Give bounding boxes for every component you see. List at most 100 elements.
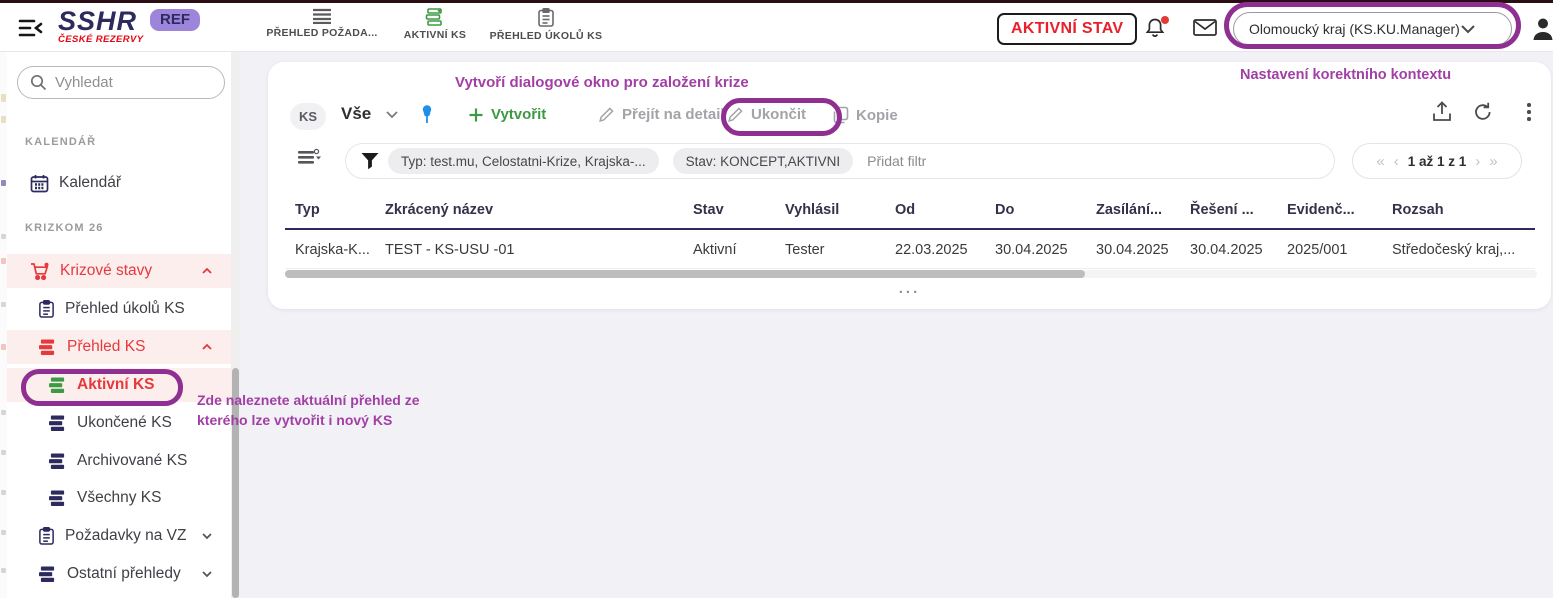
sidebar-item-label: Kalendář: [59, 174, 121, 192]
stack-green-icon: [48, 377, 67, 394]
sidebar-section-krizkom: KRIZKOM 26: [25, 222, 104, 234]
clipboard-icon: [38, 527, 55, 545]
column-header-zkraceny-nazev[interactable]: Zkrácený název: [385, 202, 693, 218]
column-header-do[interactable]: Do: [995, 202, 1096, 218]
minimap-tick: [1, 490, 6, 495]
chevron-down-icon: [385, 110, 399, 119]
table-row-divider: [285, 268, 1535, 269]
logo-subtitle: ČESKÉ REZERVY: [58, 34, 168, 45]
messages-mail-icon[interactable]: [1192, 16, 1218, 42]
create-button[interactable]: Vytvořit: [468, 106, 546, 123]
notification-dot: [1161, 16, 1169, 24]
cell-do: 30.04.2025: [995, 242, 1096, 258]
sidebar-item-ostatni-prehledy[interactable]: Ostatní přehledy: [7, 557, 231, 591]
stack-icon: [38, 339, 57, 356]
filter-chip-stav[interactable]: Stav: KONCEPT,AKTIVNI: [673, 148, 854, 174]
filter-funnel-icon[interactable]: [360, 151, 380, 171]
first-page-button[interactable]: «: [1376, 154, 1384, 169]
load-more-indicator: ...: [268, 280, 1551, 297]
stack-icon: [48, 490, 67, 507]
horizontal-scrollbar[interactable]: [285, 270, 1537, 278]
ks-list-card: KS Vše Vytvořit Přejít na detail: [268, 62, 1551, 309]
sidebar: KALENDÁŘ Kalendář KRIZKOM 26 Krizové sta…: [7, 52, 231, 598]
prev-page-button[interactable]: ‹: [1394, 154, 1399, 169]
filter-chip-typ[interactable]: Typ: test.mu, Celostatni-Krize, Krajska-…: [388, 148, 659, 174]
column-header-evidencni[interactable]: Evidenč...: [1287, 202, 1392, 218]
copy-button[interactable]: Kopie: [833, 106, 898, 124]
cell-reseni: 30.04.2025: [1190, 242, 1287, 258]
next-page-button[interactable]: ›: [1475, 154, 1480, 169]
sidebar-item-prehled-ukolu-ks[interactable]: Přehled úkolů KS: [7, 292, 231, 326]
minimap-tick: [1, 94, 6, 102]
plus-icon: [468, 107, 484, 123]
user-avatar-icon[interactable]: [1531, 16, 1553, 42]
sidebar-search[interactable]: [17, 66, 225, 99]
sidebar-item-pozadavky-na-vz[interactable]: Požadavky na VZ: [7, 519, 231, 553]
sidebar-section-kalendar: KALENDÁŘ: [25, 136, 96, 148]
density-settings-icon[interactable]: [296, 147, 322, 173]
cart-icon: [30, 262, 50, 281]
topnav-prehled-pozadavku[interactable]: PŘEHLED POŽADA...: [262, 8, 382, 39]
sidebar-item-vsechny-ks[interactable]: Všechny KS: [7, 481, 231, 515]
sidebar-item-archivovane-ks[interactable]: Archivované KS: [7, 444, 231, 478]
chevron-down-icon: [201, 570, 213, 578]
sidebar-item-kalendar[interactable]: Kalendář: [7, 166, 231, 200]
table-header-divider: [285, 228, 1535, 230]
create-button-label: Vytvořit: [491, 106, 546, 123]
sidebar-item-label: Přehled KS: [67, 338, 145, 356]
calendar-icon: [30, 174, 49, 193]
sidebar-item-krizove-stavy[interactable]: Krizové stavy: [7, 254, 231, 288]
topnav-aktivni-ks[interactable]: AKTIVNÍ KS: [393, 8, 477, 41]
pencil-icon: [727, 106, 744, 123]
cell-zasilani: 30.04.2025: [1096, 242, 1190, 258]
active-state-button[interactable]: AKTIVNÍ STAV: [997, 13, 1137, 45]
minimap-tick: [1, 234, 6, 239]
search-input[interactable]: [55, 74, 205, 91]
minimap-tick: [1, 258, 6, 264]
topnav-prehled-ukolu-ks[interactable]: PŘEHLED ÚKOLŮ KS: [485, 8, 607, 42]
more-menu-icon[interactable]: [1516, 100, 1540, 124]
last-page-button[interactable]: »: [1489, 154, 1497, 169]
annotation-active-ks-hint: Zde naleznete aktuální přehled ze kteréh…: [197, 390, 442, 430]
stack-icon: [48, 415, 67, 432]
pagination: « ‹ 1 až 1 z 1 › »: [1352, 143, 1522, 179]
table-header-row: Typ Zkrácený název Stav Vyhlásil Od Do Z…: [295, 202, 1538, 218]
sidebar-scrollbar[interactable]: [231, 52, 240, 598]
collapse-menu-icon[interactable]: [17, 16, 45, 40]
column-header-reseni[interactable]: Řešení ...: [1190, 202, 1287, 218]
column-header-stav[interactable]: Stav: [693, 202, 785, 218]
column-header-zasilani[interactable]: Zasílání...: [1096, 202, 1190, 218]
context-dropdown[interactable]: Olomoucký kraj (KS.KU.Manager): [1233, 12, 1512, 46]
sidebar-item-label: Všechny KS: [77, 489, 161, 507]
refresh-icon[interactable]: [1472, 100, 1496, 124]
add-filter-button[interactable]: Přidat filtr: [867, 153, 926, 169]
minimap-tick: [1, 568, 6, 573]
column-header-od[interactable]: Od: [895, 202, 995, 218]
export-icon[interactable]: [1431, 100, 1455, 124]
column-header-typ[interactable]: Typ: [295, 202, 385, 218]
sidebar-item-prehled-ks[interactable]: Přehled KS: [7, 330, 231, 364]
table-row[interactable]: Krajska-K... TEST - KS-USU -01 Aktivní T…: [295, 242, 1538, 258]
goto-detail-button[interactable]: Přejít na detail: [598, 106, 725, 123]
minimap-tick: [1, 344, 6, 350]
chevron-down-icon: [201, 532, 213, 540]
view-selector[interactable]: Vše: [341, 104, 399, 124]
sidebar-item-label: Požadavky na VZ: [65, 527, 186, 545]
notifications-bell-icon[interactable]: [1144, 16, 1170, 42]
sidebar-item-label: Ostatní přehledy: [67, 565, 181, 583]
environment-badge: REF: [150, 9, 200, 31]
sidebar-item-label: Ukončené KS: [77, 414, 172, 432]
cell-zkraceny-nazev: TEST - KS-USU -01: [385, 242, 693, 258]
column-header-rozsah[interactable]: Rozsah: [1392, 202, 1538, 218]
finish-button-label: Ukončit: [751, 106, 806, 123]
pin-view-icon[interactable]: [418, 104, 438, 126]
stack-icon: [38, 566, 57, 583]
annotation-create-hint: Vytvoří dialogové okno pro založení kriz…: [455, 74, 749, 91]
column-header-vyhlasil[interactable]: Vyhlásil: [785, 202, 895, 218]
scope-chip-ks[interactable]: KS: [290, 103, 326, 130]
context-dropdown-value: Olomoucký kraj (KS.KU.Manager): [1249, 21, 1460, 37]
view-selector-value: Vše: [341, 104, 371, 124]
menu-lines-icon: [312, 8, 332, 24]
horizontal-scrollbar-thumb[interactable]: [285, 270, 1085, 278]
finish-button[interactable]: Ukončit: [727, 106, 806, 123]
